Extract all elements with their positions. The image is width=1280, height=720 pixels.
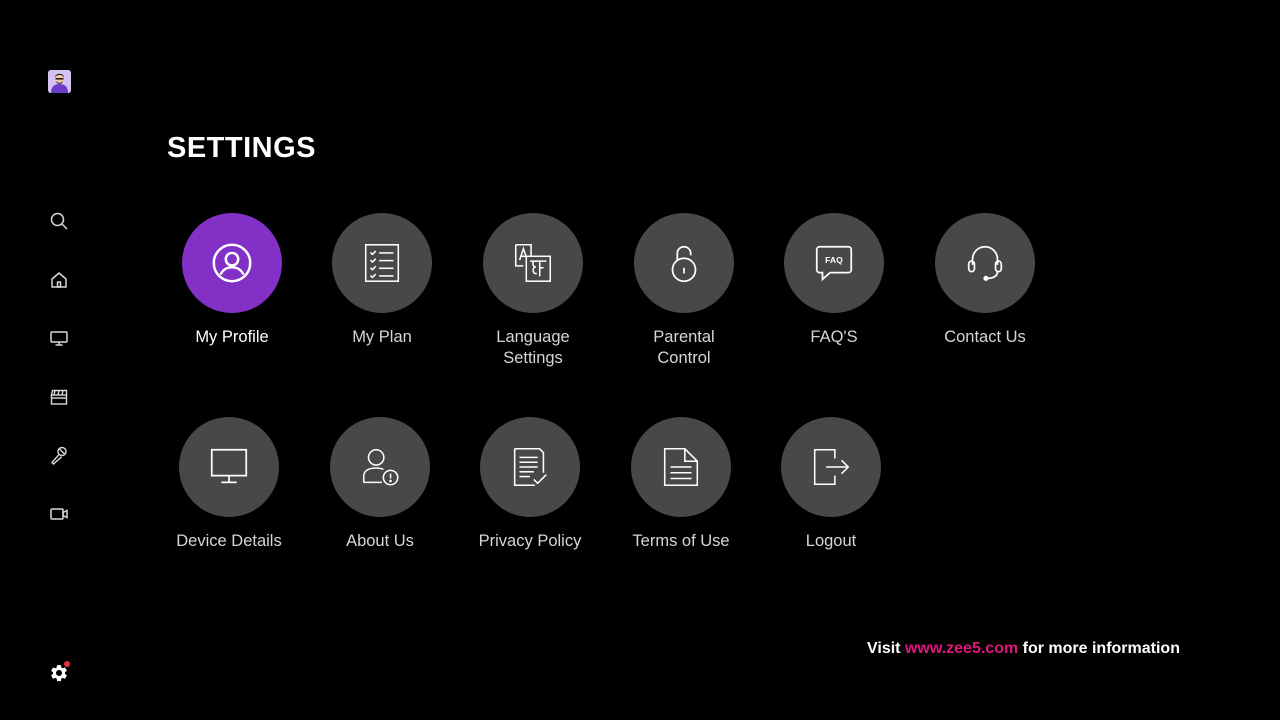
sidebar-item-videos[interactable]	[47, 502, 71, 526]
tile-label-line2: Control	[657, 349, 711, 367]
tile-parental-control[interactable]: Parental Control	[609, 213, 759, 369]
tile-language-settings[interactable]: Language Settings	[458, 213, 608, 369]
tile-device-details[interactable]: Device Details	[154, 417, 304, 552]
home-icon	[51, 272, 67, 288]
search-icon	[50, 212, 68, 230]
unlock-icon	[671, 245, 697, 283]
sidebar-item-movies[interactable]	[47, 385, 71, 409]
sidebar-item-music[interactable]	[47, 443, 71, 467]
document-check-icon	[513, 448, 547, 486]
tile-label-line1: Parental	[653, 328, 715, 346]
checklist-icon	[364, 244, 400, 282]
tile-circle	[330, 417, 430, 517]
clapperboard-icon	[50, 389, 68, 405]
tile-label: FAQ'S	[810, 328, 858, 346]
tile-label: Parental Control	[609, 327, 759, 369]
tile-my-profile[interactable]: My Profile	[157, 213, 307, 348]
faq-icon-text: FAQ	[825, 255, 843, 265]
document-icon	[663, 448, 699, 486]
tile-circle	[332, 213, 432, 313]
tv-icon	[50, 331, 68, 346]
tile-circle	[781, 417, 881, 517]
footer-prefix: Visit	[867, 640, 901, 657]
tile-circle	[480, 417, 580, 517]
sidebar-item-search[interactable]	[47, 209, 71, 233]
website-link[interactable]: www.zee5.com	[905, 640, 1018, 657]
language-icon	[514, 244, 552, 282]
user-info-icon	[362, 448, 399, 486]
avatar[interactable]	[48, 70, 71, 93]
tile-label-line2: Settings	[503, 349, 563, 367]
headset-icon	[967, 245, 1003, 281]
sidebar-item-home[interactable]	[47, 268, 71, 292]
tile-faqs[interactable]: FAQ FAQ'S	[759, 213, 909, 348]
tile-about-us[interactable]: About Us	[305, 417, 455, 552]
user-avatar-icon	[48, 70, 71, 93]
footer-suffix: for more information	[1022, 640, 1180, 657]
tile-label-line1: Language	[496, 328, 570, 346]
tile-my-plan[interactable]: My Plan	[307, 213, 457, 348]
faq-bubble-icon: FAQ	[815, 245, 853, 282]
tile-circle	[179, 417, 279, 517]
sidebar-nav	[0, 0, 120, 720]
tile-circle	[483, 213, 583, 313]
tile-privacy-policy[interactable]: Privacy Policy	[455, 417, 605, 552]
sidebar-item-tv[interactable]	[47, 326, 71, 350]
sidebar-item-settings[interactable]	[47, 661, 71, 685]
microphone-icon	[51, 446, 67, 465]
tile-label: My Profile	[195, 328, 269, 346]
logout-icon	[813, 448, 850, 486]
tile-circle	[634, 213, 734, 313]
tile-circle	[935, 213, 1035, 313]
footer-info: Visit www.zee5.com for more information	[867, 640, 1180, 658]
video-camera-icon	[50, 508, 68, 520]
tile-terms-of-use[interactable]: Terms of Use	[606, 417, 756, 552]
tile-label: Logout	[805, 532, 857, 550]
tile-circle	[631, 417, 731, 517]
settings-page: SETTINGS My Profile My Plan Language Set…	[0, 0, 1280, 720]
tile-contact-us[interactable]: Contact Us	[910, 213, 1060, 348]
page-title: SETTINGS	[167, 132, 317, 164]
tile-circle	[182, 213, 282, 313]
user-circle-icon	[212, 243, 252, 283]
notification-dot	[64, 661, 70, 667]
tile-label: About Us	[346, 532, 414, 550]
tile-logout[interactable]: Logout	[756, 417, 906, 552]
tile-label: Device Details	[176, 532, 282, 550]
tile-label: Contact Us	[944, 328, 1026, 346]
monitor-icon	[210, 448, 248, 484]
tile-label: Terms of Use	[632, 532, 730, 550]
tile-label: Privacy Policy	[478, 532, 582, 550]
tile-circle: FAQ	[784, 213, 884, 313]
tile-label: My Plan	[352, 328, 412, 346]
tile-label: Language Settings	[458, 327, 608, 369]
